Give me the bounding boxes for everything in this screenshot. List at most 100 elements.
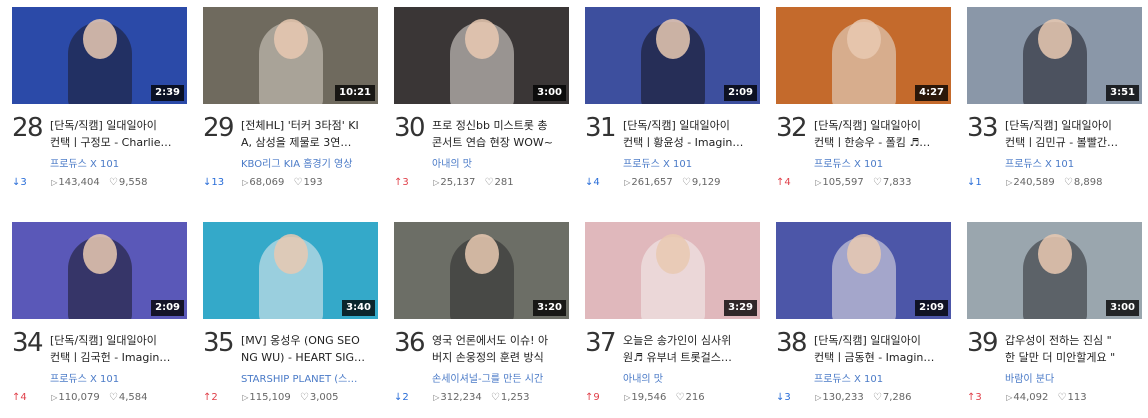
video-card[interactable]: 2:09 38 [단독/직캠] 일대일아이 컨택ㅣ금동현 - Imagin… 프…	[776, 222, 951, 418]
play-icon: ▷	[1006, 178, 1013, 187]
video-card[interactable]: 3:20 36 영국 언론에서도 이슈! 아 버지 손웅정의 훈련 방식 손세이…	[394, 222, 569, 418]
like-count: ♡113	[1058, 392, 1087, 403]
rank-change: ↑2	[203, 392, 218, 403]
video-title-line-1: [단독/직캠] 일대일아이	[623, 119, 730, 132]
rank-change: ↓3	[776, 392, 791, 403]
video-title[interactable]: [단독/직캠] 일대일아이 컨택ㅣ김민규 - 볼빨간…	[1005, 117, 1142, 151]
video-title[interactable]: [단독/직캠] 일대일아이 컨택ㅣ황윤성 - Imagin…	[623, 117, 760, 151]
like-count-value: 216	[685, 392, 705, 403]
video-stats: ↓1 ▷240,589 ♡8,898	[967, 177, 1142, 188]
video-thumbnail[interactable]: 3:00	[394, 7, 569, 104]
rank-change: ↓2	[394, 392, 409, 403]
rank-number: 31	[585, 113, 617, 143]
video-thumbnail[interactable]: 3:00	[967, 222, 1142, 319]
rank-change: ↓1	[967, 177, 982, 188]
play-count: ▷19,546	[624, 392, 666, 403]
channel-name[interactable]: STARSHIP PLANET (스…	[241, 370, 378, 385]
channel-name[interactable]: 프로듀스 X 101	[50, 155, 187, 170]
channel-name[interactable]: 프로듀스 X 101	[50, 370, 187, 385]
video-title[interactable]: 갑우성이 전하는 진심 " 한 달만 더 미안할게요 "	[1005, 332, 1142, 366]
rank-change: ↑4	[12, 392, 27, 403]
duration-badge: 3:51	[1106, 85, 1139, 101]
video-thumbnail[interactable]: 2:09	[776, 222, 951, 319]
video-card[interactable]: 3:51 33 [단독/직캠] 일대일아이 컨택ㅣ김민규 - 볼빨간… 프로듀스…	[967, 7, 1142, 203]
rank-number: 34	[12, 328, 44, 358]
video-card[interactable]: 2:09 34 [단독/직캠] 일대일아이 컨택ㅣ김국헌 - Imagin… 프…	[12, 222, 187, 418]
heart-icon: ♡	[681, 177, 691, 188]
video-stats: ↑4 ▷105,597 ♡7,833	[776, 177, 951, 188]
play-count-value: 110,079	[58, 392, 100, 403]
rank-number: 29	[203, 113, 235, 143]
video-card[interactable]: 10:21 29 [전체HL] '터커 3타점' KI A, 삼성을 제물로 3…	[203, 7, 378, 203]
video-thumbnail[interactable]: 3:40	[203, 222, 378, 319]
video-title[interactable]: 영국 언론에서도 이슈! 아 버지 손웅정의 훈련 방식	[432, 332, 569, 366]
duration-badge: 2:09	[151, 300, 184, 316]
video-thumbnail[interactable]: 3:29	[585, 222, 760, 319]
video-title-line-2: 한 달만 더 미안할게요 "	[1005, 351, 1116, 364]
video-title[interactable]: [단독/직캠] 일대일아이 컨택ㅣ구정모 - Charlie…	[50, 117, 187, 151]
video-title-line-2: 콘서트 연습 현장 WOW~	[432, 136, 553, 149]
video-thumbnail[interactable]: 10:21	[203, 7, 378, 104]
play-count: ▷115,109	[242, 392, 291, 403]
thumbnail-figure-head	[273, 19, 308, 59]
like-count: ♡281	[485, 177, 514, 188]
video-card[interactable]: 4:27 32 [단독/직캠] 일대일아이 컨택ㅣ한승우 - 폴킴 ♬… 프로듀…	[776, 7, 951, 203]
play-count-value: 44,092	[1013, 392, 1049, 403]
channel-name[interactable]: 프로듀스 X 101	[1005, 155, 1142, 170]
video-card[interactable]: 3:00 39 갑우성이 전하는 진심 " 한 달만 더 미안할게요 " 바람이…	[967, 222, 1142, 418]
play-count: ▷312,234	[433, 392, 482, 403]
duration-badge: 3:00	[1106, 300, 1139, 316]
video-title[interactable]: [단독/직캠] 일대일아이 컨택ㅣ금동현 - Imagin…	[814, 332, 951, 366]
video-thumbnail[interactable]: 3:51	[967, 7, 1142, 104]
video-title-line-1: 프로 정신bb 미스트롯 총	[432, 119, 548, 132]
channel-name[interactable]: 프로듀스 X 101	[814, 370, 951, 385]
channel-name[interactable]: KBO리그 KIA 홈경기 영상	[241, 155, 378, 170]
video-title-line-2: 컨택ㅣ구정모 - Charlie…	[50, 136, 172, 149]
video-title[interactable]: 오늘은 송가인이 심사위 원♬ 유부녀 트롯걸스…	[623, 332, 760, 366]
video-thumbnail[interactable]: 3:20	[394, 222, 569, 319]
thumbnail-figure-head	[1037, 234, 1072, 274]
video-thumbnail[interactable]: 2:09	[12, 222, 187, 319]
play-icon: ▷	[433, 393, 440, 402]
video-card[interactable]: 3:40 35 [MV] 옹성우 (ONG SEO NG WU) - HEART…	[203, 222, 378, 418]
video-thumbnail[interactable]: 2:39	[12, 7, 187, 104]
like-count: ♡1,253	[491, 392, 530, 403]
video-card[interactable]: 3:00 30 프로 정신bb 미스트롯 총 콘서트 연습 현장 WOW~ 아내…	[394, 7, 569, 203]
video-title[interactable]: [MV] 옹성우 (ONG SEO NG WU) - HEART SIG…	[241, 332, 378, 366]
video-thumbnail[interactable]: 4:27	[776, 7, 951, 104]
video-title[interactable]: [전체HL] '터커 3타점' KI A, 삼성을 제물로 3연…	[241, 117, 378, 151]
thumbnail-figure-head	[82, 19, 117, 59]
heart-icon: ♡	[108, 177, 118, 188]
channel-name[interactable]: 프로듀스 X 101	[623, 155, 760, 170]
play-count-value: 312,234	[440, 392, 482, 403]
channel-name[interactable]: 손세이셔널-그를 만든 시간	[432, 370, 569, 385]
duration-badge: 10:21	[335, 85, 375, 101]
duration-badge: 3:29	[724, 300, 757, 316]
video-stats: ↓4 ▷261,657 ♡9,129	[585, 177, 760, 188]
rank-change: ↑3	[967, 392, 982, 403]
channel-name[interactable]: 바람이 분다	[1005, 370, 1142, 385]
video-title[interactable]: [단독/직캠] 일대일아이 컨택ㅣ한승우 - 폴킴 ♬…	[814, 117, 951, 151]
channel-name[interactable]: 아내의 맛	[623, 370, 760, 385]
channel-name[interactable]: 아내의 맛	[432, 155, 569, 170]
video-card[interactable]: 2:39 28 [단독/직캠] 일대일아이 컨택ㅣ구정모 - Charlie… …	[12, 7, 187, 203]
channel-name[interactable]: 프로듀스 X 101	[814, 155, 951, 170]
video-stats: ↓13 ▷68,069 ♡193	[203, 177, 378, 188]
video-title-line-1: [MV] 옹성우 (ONG SEO	[241, 334, 360, 347]
video-thumbnail[interactable]: 2:09	[585, 7, 760, 104]
play-icon: ▷	[1006, 393, 1013, 402]
like-count-value: 193	[303, 177, 323, 188]
video-title[interactable]: [단독/직캠] 일대일아이 컨택ㅣ김국헌 - Imagin…	[50, 332, 187, 366]
video-title-line-2: 컨택ㅣ황윤성 - Imagin…	[623, 136, 744, 149]
play-count-value: 19,546	[631, 392, 667, 403]
video-card[interactable]: 3:29 37 오늘은 송가인이 심사위 원♬ 유부녀 트롯걸스… 아내의 맛 …	[585, 222, 760, 418]
like-count-value: 1,253	[500, 392, 530, 403]
rank-number: 36	[394, 328, 426, 358]
rank-change: ↓13	[203, 177, 225, 188]
video-title-line-1: 오늘은 송가인이 심사위	[623, 334, 732, 347]
video-card[interactable]: 2:09 31 [단독/직캠] 일대일아이 컨택ㅣ황윤성 - Imagin… 프…	[585, 7, 760, 203]
heart-icon: ♡	[108, 392, 118, 403]
video-title[interactable]: 프로 정신bb 미스트롯 총 콘서트 연습 현장 WOW~	[432, 117, 569, 151]
thumbnail-figure-head	[846, 234, 881, 274]
play-icon: ▷	[815, 178, 822, 187]
